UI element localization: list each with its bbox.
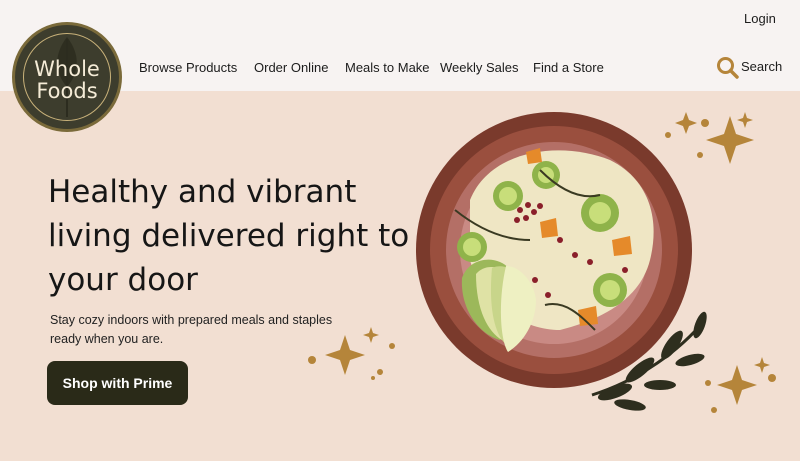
salad-bowl-illustration	[308, 112, 776, 413]
